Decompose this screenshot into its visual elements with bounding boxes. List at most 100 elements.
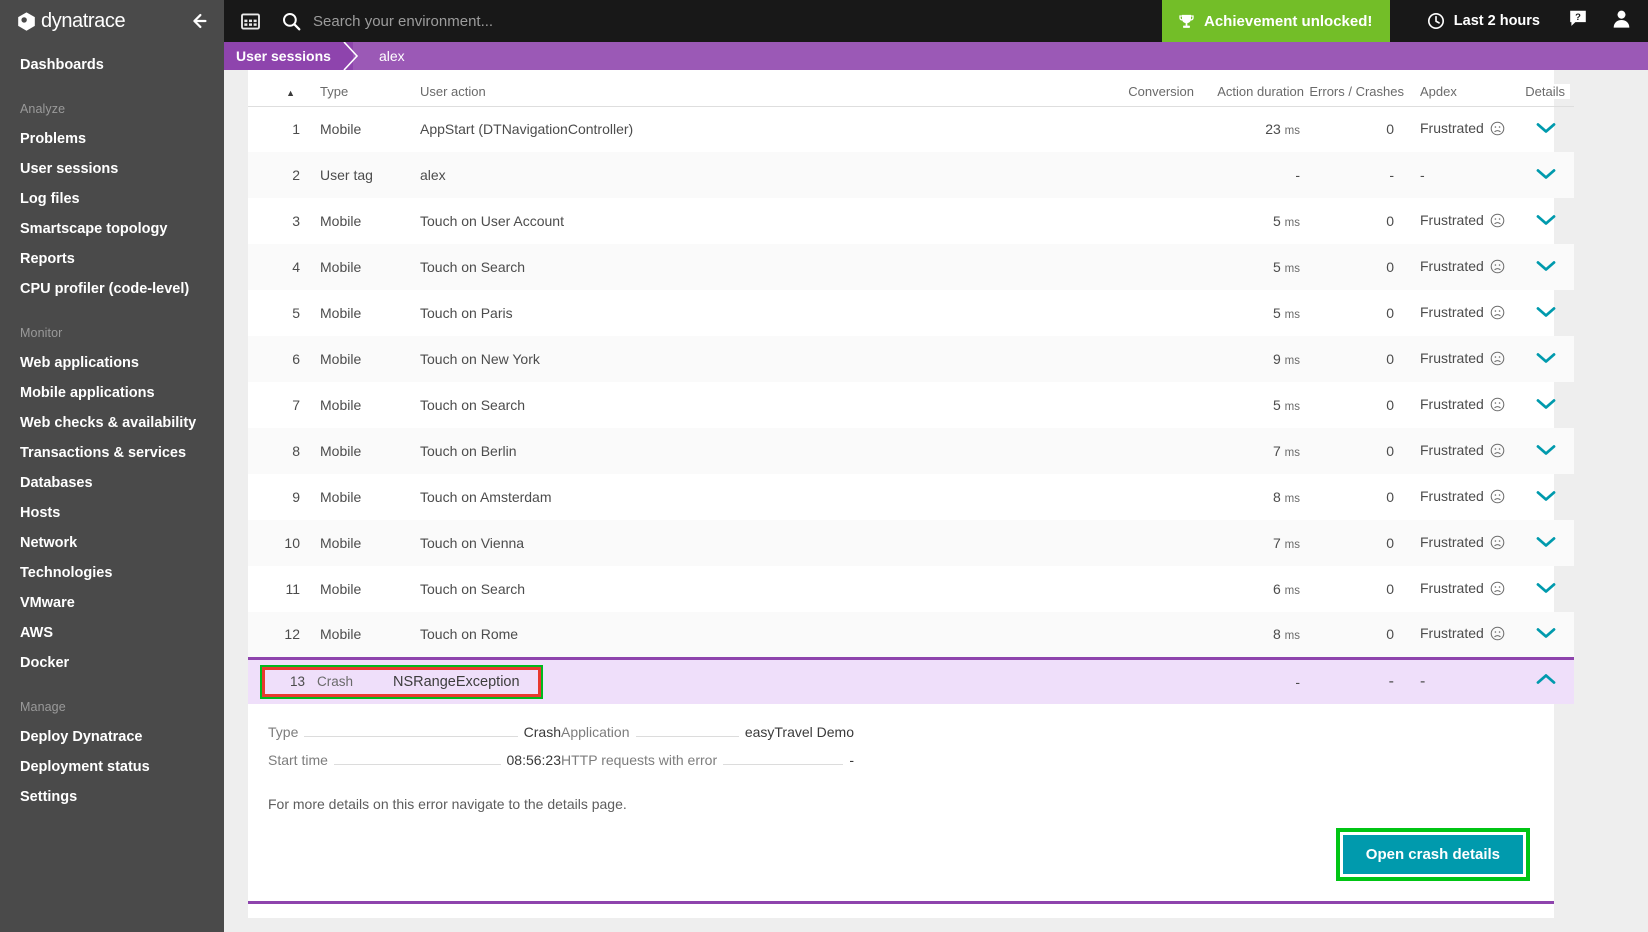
chevron-down-icon[interactable] [1535, 351, 1557, 368]
cell-details [1517, 106, 1574, 152]
chevron-up-icon[interactable] [1535, 672, 1557, 691]
table-row[interactable]: 10 Mobile Touch on Vienna 7 ms 0 Frustrated [248, 520, 1574, 566]
chevron-down-icon[interactable] [1535, 626, 1557, 643]
sidebar-item-label: AWS [20, 625, 54, 641]
cell-errors-crashes: 0 [1386, 581, 1394, 597]
table-row[interactable]: 7 Mobile Touch on Search 5 ms 0 Frustrated [248, 382, 1574, 428]
chevron-down-icon[interactable] [1535, 121, 1557, 138]
duration-value: 5 [1272, 259, 1281, 275]
cell-apdex: - [1412, 152, 1517, 198]
chevron-down-icon[interactable] [1535, 259, 1557, 276]
column-header-order[interactable]: Order ▲ [248, 70, 308, 107]
open-crash-details-button[interactable]: Open crash details [1342, 835, 1523, 874]
cell-apdex: Frustrated [1412, 336, 1517, 382]
column-header-conversion[interactable]: Conversion [1086, 70, 1194, 107]
cell-user-action: AppStart (DTNavigationController) [420, 121, 634, 138]
table-row[interactable]: 9 Mobile Touch on Amsterdam 8 ms 0 Frustrated [248, 474, 1574, 520]
column-header-apdex[interactable]: Apdex [1412, 70, 1517, 107]
sidebar-item-problems[interactable]: Problems [0, 124, 224, 154]
chevron-down-icon[interactable] [1535, 305, 1557, 322]
cell-order: 8 [292, 443, 300, 459]
chevron-down-icon[interactable] [1535, 213, 1557, 230]
sidebar-item-label: Hosts [20, 505, 61, 521]
column-header-action-duration[interactable]: Action duration [1194, 70, 1304, 107]
search-input[interactable] [313, 6, 813, 36]
sidebar-item-network[interactable]: Network [0, 528, 224, 558]
cell-order: 7 [292, 397, 300, 413]
chevron-down-icon[interactable] [1535, 535, 1557, 552]
table-row-crash[interactable]: 13 Crash NSRangeException - - - [248, 656, 1574, 704]
sidebar-item-hosts[interactable]: Hosts [0, 498, 224, 528]
sidebar-item-dashboards[interactable]: Dashboards [0, 50, 224, 80]
apdex-label: Frustrated [1420, 395, 1484, 412]
cell-errors-crashes: 0 [1386, 351, 1394, 367]
sidebar-item-deployment-status[interactable]: Deployment status [0, 752, 224, 782]
cell-user-action: Touch on New York [420, 351, 540, 367]
cell-conversion [1086, 106, 1194, 152]
chevron-down-icon[interactable] [1535, 489, 1557, 506]
cell-user-action: Touch on Paris [420, 305, 513, 321]
arrow-left-icon[interactable] [188, 10, 210, 32]
table-row[interactable]: 3 Mobile Touch on User Account 5 ms 0 Frustra… [248, 198, 1574, 244]
cell-errors-crashes: 0 [1386, 397, 1394, 413]
dashboard-grid-icon[interactable] [239, 10, 261, 32]
column-header-type[interactable]: Type [308, 70, 396, 107]
sidebar-item-label: VMware [20, 595, 75, 611]
sidebar-item-user-sessions[interactable]: User sessions [0, 154, 224, 184]
achievement-banner[interactable]: Achievement unlocked! [1162, 0, 1391, 42]
duration-unit: ms [1284, 630, 1300, 643]
sidebar-item-aws[interactable]: AWS [0, 618, 224, 648]
sidebar-item-settings[interactable]: Settings [0, 782, 224, 812]
breadcrumb-item-user-sessions[interactable]: User sessions [224, 42, 353, 70]
sidebar-section-label-analyze: Analyze [20, 102, 66, 116]
column-header-user-action[interactable]: User action [396, 70, 1086, 107]
sidebar-item-deploy-dynatrace[interactable]: Deploy Dynatrace [0, 722, 224, 752]
search-icon[interactable] [281, 11, 301, 31]
sidebar-item-cpu-profiler-code-level[interactable]: CPU profiler (code-level) [0, 274, 224, 304]
sidebar-item-vmware[interactable]: VMware [0, 588, 224, 618]
sidebar-item-web-checks-availability[interactable]: Web checks & availability [0, 408, 224, 438]
sidebar-item-docker[interactable]: Docker [0, 648, 224, 678]
sidebar-item-web-applications[interactable]: Web applications [0, 348, 224, 378]
chevron-down-icon[interactable] [1535, 397, 1557, 414]
sidebar-item-label: Reports [20, 251, 75, 267]
cell-details [1517, 290, 1574, 336]
sidebar-item-label: Network [20, 535, 78, 551]
sidebar-item-smartscape-topology[interactable]: Smartscape topology [0, 214, 224, 244]
duration-unit: ms [1284, 263, 1300, 275]
frustrated-face-icon [1490, 213, 1505, 231]
cell-type: Mobile [320, 489, 362, 505]
duration-unit: ms [1284, 217, 1300, 229]
table-row[interactable]: 8 Mobile Touch on Berlin 7 ms 0 Frustrated [248, 428, 1574, 474]
sort-ascending-icon[interactable]: ▲ [286, 87, 300, 98]
table-row[interactable]: 5 Mobile Touch on Paris 5 ms 0 Frustrated [248, 290, 1574, 336]
sidebar-item-databases[interactable]: Databases [0, 468, 224, 498]
breadcrumb-item-alex[interactable]: alex [371, 42, 419, 70]
table-row[interactable]: 4 Mobile Touch on Search 5 ms 0 Frustrated [248, 244, 1574, 290]
cell-action-duration: - [1194, 656, 1304, 704]
table-row[interactable]: 12 Mobile Touch on Rome 8 ms 0 Frustrated [248, 612, 1574, 658]
table-row[interactable]: 1 Mobile AppStart (DTNavigationController)… [248, 106, 1574, 152]
sidebar-item-mobile-applications[interactable]: Mobile applications [0, 378, 224, 408]
table-row[interactable]: 2 User tag alex - - - [248, 152, 1574, 198]
user-avatar-icon[interactable] [1611, 8, 1632, 34]
frustrated-face-icon [1490, 305, 1505, 323]
cell-type: Mobile [320, 351, 362, 367]
crash-row-left: 13 Crash NSRangeException [248, 656, 1086, 704]
table-row[interactable]: 6 Mobile Touch on New York 9 ms 0 Frustrated [248, 336, 1574, 382]
chat-bubble-question-icon[interactable]: ? [1568, 9, 1588, 34]
sidebar-item-log-files[interactable]: Log files [0, 184, 224, 214]
chevron-down-icon[interactable] [1535, 443, 1557, 460]
chevron-down-icon[interactable] [1535, 581, 1557, 598]
cell-conversion [1086, 612, 1194, 658]
sidebar-item-technologies[interactable]: Technologies [0, 558, 224, 588]
table-row[interactable]: 11 Mobile Touch on Search 6 ms 0 Frustrated [248, 566, 1574, 612]
sidebar-item-reports[interactable]: Reports [0, 244, 224, 274]
column-header-errors-crashes[interactable]: Errors / Crashes [1304, 70, 1412, 107]
chevron-down-icon[interactable] [1535, 167, 1557, 184]
cell-errors-crashes: 0 [1386, 489, 1394, 505]
timeframe-selector[interactable]: Last 2 hours [1427, 0, 1540, 42]
sidebar-item-transactions-services[interactable]: Transactions & services [0, 438, 224, 468]
column-header-details: Details [1517, 70, 1574, 107]
cell-details [1517, 428, 1574, 474]
